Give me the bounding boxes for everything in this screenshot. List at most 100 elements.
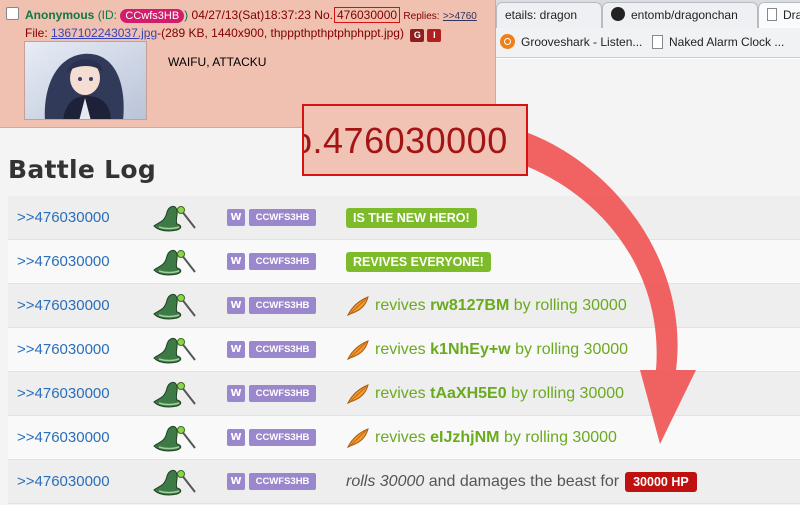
phoenix-feather-icon [346,428,369,449]
post-datetime: 04/27/13(Sat)18:37:23 [191,8,311,22]
post-quote-link[interactable]: >>476030000 [17,429,110,446]
phoenix-feather-icon [346,296,369,317]
class-badge: W [227,385,245,402]
tab-label: entomb/dragonchan [631,8,738,22]
battle-log-row: >>476030000 W CCWFS3HB revives k1NhEy+w by … [8,328,800,372]
phoenix-feather-icon [346,340,369,361]
witch-hat-and-wand-icons [153,293,196,320]
roll-suffix: by rolling 30000 [503,429,617,446]
file-details: -(289 KB, 1440x900, thpppthpthptphphppt.… [157,26,404,40]
battle-log-row: >>476030000 W CCWFS3HB revives tAaXH5E0 by … [8,372,800,416]
revive-verb: revives [375,297,426,314]
revived-player-id: k1NhEy+w [430,341,511,358]
class-badge: W [227,253,245,270]
bookmark-label: Grooveshark - Listen... [521,35,643,49]
class-badge: W [227,473,245,490]
event-description: revives k1NhEy+w by rolling 30000 [346,328,628,372]
user-id-badge: CCWFS3HB [249,473,316,490]
class-icons [151,466,199,498]
post-number[interactable]: 476030000 [333,7,401,23]
user-id-badge: CCWFS3HB [249,429,316,446]
github-icon [611,7,625,21]
revived-player-id: tAaXH5E0 [430,385,507,402]
witch-hat-and-wand-icons [153,425,196,452]
class-icons [151,422,199,454]
class-badge: W [227,209,245,226]
bookmark-naked-alarm-clock[interactable]: Naked Alarm Clock ... [652,34,784,50]
revived-player-id: eIJzhjNM [430,429,500,446]
page-icon [767,8,777,21]
class-badge: W [227,429,245,446]
post-quote-link[interactable]: >>476030000 [17,473,110,490]
revive-event: revives rw8127BM by rolling 30000 [375,297,627,315]
witch-hat-and-wand-icons [153,337,196,364]
post-thumbnail[interactable] [24,41,147,120]
event-description: rolls 30000 and damages the beast for 300… [346,460,697,504]
class-badge: W [227,297,245,314]
class-icons [151,290,199,322]
id-label-prefix: (ID: [97,8,118,22]
file-link[interactable]: 1367102243037.jpg [51,26,157,40]
poster-name: Anonymous [25,8,95,22]
replies-label: Replies: [403,11,440,22]
battle-log-row: >>476030000 W CCWFS3HB REVIVES EVERYONE! [8,240,800,284]
post-quote-link[interactable]: >>476030000 [17,341,110,358]
event-label: IS THE NEW HERO! [346,208,477,228]
class-icons [151,202,199,234]
roll-text: rolls 30000 [346,473,425,490]
user-id-badge: CCWFS3HB [249,253,316,270]
poster-id-badge[interactable]: CCwfs3HB [120,9,185,23]
post-select-checkbox[interactable] [6,7,19,20]
post-no-label: No. [314,8,333,22]
zoomed-post-number: o.476030000 [302,120,508,161]
tab-label: Dra [783,8,800,22]
event-description: revives eIJzhjNM by rolling 30000 [346,416,617,460]
damage-amount-badge: 30000 HP [625,472,697,492]
bookmark-label: Naked Alarm Clock ... [669,35,785,49]
browser-tab-github[interactable]: entomb/dragonchan [602,2,758,28]
witch-hat-and-wand-icons [153,381,196,408]
revive-verb: revives [375,429,426,446]
browser-tab-active[interactable]: Dra [758,2,800,28]
revive-event: revives eIJzhjNM by rolling 30000 [375,429,617,447]
event-description: revives rw8127BM by rolling 30000 [346,284,627,328]
revive-verb: revives [375,341,426,358]
battle-log-row: >>476030000 W CCWFS3HB revives rw8127BM by … [8,284,800,328]
class-badge: W [227,341,245,358]
event-description: REVIVES EVERYONE! [346,240,491,284]
page-icon [652,35,663,49]
roll-suffix: by rolling 30000 [511,385,625,402]
revived-player-id: rw8127BM [430,297,510,314]
class-icons [151,246,199,278]
post-quote-link[interactable]: >>476030000 [17,253,110,270]
damage-event: rolls 30000 and damages the beast for [346,473,619,491]
iqdb-search-button[interactable]: I [427,29,442,42]
post-header: Anonymous (ID: CCwfs3HB) 04/27/13(Sat)18… [25,7,477,23]
witch-hat-and-wand-icons [153,469,196,496]
class-icons [151,334,199,366]
event-description: IS THE NEW HERO! [346,196,477,240]
revive-event: revives tAaXH5E0 by rolling 30000 [375,385,624,403]
post-comment: WAIFU, ATTACKU [168,55,267,69]
battle-log-row: >>476030000 W CCWFS3HB IS THE NEW HERO! [8,196,800,240]
browser-tab-dragon-details[interactable]: etails: dragon [496,2,602,28]
phoenix-feather-icon [346,384,369,405]
battle-log-title: Battle Log [8,155,157,184]
revive-verb: revives [375,385,426,402]
google-search-button[interactable]: G [410,29,425,42]
revive-event: revives k1NhEy+w by rolling 30000 [375,341,628,359]
reply-link[interactable]: >>4760 [443,11,477,22]
damage-text: and damages the beast for [428,473,620,490]
post-quote-link[interactable]: >>476030000 [17,297,110,314]
anime-girl-thumbnail-image [25,42,146,119]
witch-hat-and-wand-icons [153,205,196,232]
witch-hat-and-wand-icons [153,249,196,276]
user-id-badge: CCWFS3HB [249,209,316,226]
file-label: File: [25,26,48,40]
roll-suffix: by rolling 30000 [513,297,627,314]
bookmark-grooveshark[interactable]: Grooveshark - Listen... [500,34,642,50]
post-quote-link[interactable]: >>476030000 [17,385,110,402]
user-id-badge: CCWFS3HB [249,341,316,358]
class-icons [151,378,199,410]
post-quote-link[interactable]: >>476030000 [17,209,110,226]
